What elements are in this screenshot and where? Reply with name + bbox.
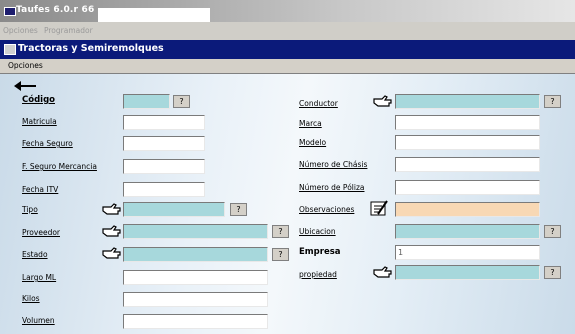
label-largo-ml: Largo ML — [22, 273, 57, 282]
observaciones-field[interactable] — [395, 202, 540, 217]
numero-chasis-field[interactable] — [395, 157, 540, 172]
ubicacion-lookup-button[interactable]: ? — [544, 225, 561, 238]
label-numero-chasis: Número de Chásis — [299, 160, 368, 169]
estado-field[interactable] — [123, 247, 268, 262]
window-icon — [4, 44, 16, 55]
largo-ml-field[interactable] — [123, 270, 268, 285]
estado-lookup-button[interactable]: ? — [272, 248, 289, 261]
codigo-lookup-button[interactable]: ? — [173, 95, 190, 108]
label-propiedad: propiedad — [299, 270, 337, 279]
label-fecha-itv: Fecha ITV — [22, 185, 59, 194]
fecha-itv-field[interactable] — [123, 182, 205, 197]
empresa-field[interactable]: 1 — [395, 245, 540, 260]
window-menubar: Opciones — [0, 59, 575, 74]
tipo-field[interactable] — [123, 202, 225, 217]
label-volumen: Volumen — [22, 316, 55, 325]
propiedad-field[interactable] — [395, 265, 540, 280]
matricula-field[interactable] — [123, 115, 205, 130]
label-proveedor: Proveedor — [22, 228, 60, 237]
hand-pointer-icon[interactable] — [372, 95, 394, 109]
edit-memo-icon[interactable] — [368, 200, 390, 217]
titlebar-blank-area — [98, 8, 210, 22]
seguro-mercancia-field[interactable] — [123, 159, 205, 174]
kilos-field[interactable] — [123, 292, 268, 307]
label-kilos: Kilos — [22, 294, 40, 303]
hand-pointer-icon[interactable] — [101, 203, 123, 217]
fecha-seguro-field[interactable] — [123, 136, 205, 151]
vehicle-form: Código ? Matricula Fecha Seguro F. Segur… — [0, 74, 575, 334]
hand-pointer-icon[interactable] — [101, 225, 123, 239]
proveedor-field[interactable] — [123, 224, 268, 239]
hand-pointer-icon[interactable] — [372, 266, 394, 280]
app-titlebar: Taufes 6.0.r 66 — [0, 0, 575, 22]
menu-programador[interactable]: Programador — [44, 26, 93, 35]
window-titlebar: Tractoras y Semiremolques — [0, 40, 575, 59]
label-fecha-seguro: Fecha Seguro — [22, 139, 73, 148]
back-arrow-icon[interactable] — [14, 81, 36, 91]
label-marca: Marca — [299, 119, 322, 128]
label-estado: Estado — [22, 250, 48, 259]
ubicacion-field[interactable] — [395, 224, 540, 239]
label-conductor: Conductor — [299, 99, 338, 108]
label-seguro-mercancia: F. Seguro Mercancia — [22, 162, 97, 171]
label-codigo: Código — [22, 95, 55, 105]
menu-opciones[interactable]: Opciones — [3, 26, 38, 35]
window-title: Tractoras y Semiremolques — [18, 43, 164, 54]
label-ubicacion: Ubicacion — [299, 227, 336, 236]
volumen-field[interactable] — [123, 314, 268, 329]
app-title: Taufes 6.0.r 66 — [16, 5, 95, 15]
label-numero-poliza: Número de Póliza — [299, 183, 365, 192]
label-modelo: Modelo — [299, 138, 327, 147]
conductor-lookup-button[interactable]: ? — [544, 95, 561, 108]
label-matricula: Matricula — [22, 117, 57, 126]
proveedor-lookup-button[interactable]: ? — [272, 225, 289, 238]
conductor-field[interactable] — [395, 94, 540, 109]
app-logo-icon — [4, 7, 16, 16]
hand-pointer-icon[interactable] — [101, 247, 123, 261]
label-empresa: Empresa — [299, 247, 341, 257]
label-tipo: Tipo — [22, 205, 38, 214]
window-menu-opciones[interactable]: Opciones — [8, 61, 43, 70]
numero-poliza-field[interactable] — [395, 180, 540, 195]
modelo-field[interactable] — [395, 135, 540, 150]
codigo-field[interactable] — [123, 94, 170, 109]
marca-field[interactable] — [395, 115, 540, 130]
propiedad-lookup-button[interactable]: ? — [544, 266, 561, 279]
tipo-lookup-button[interactable]: ? — [230, 203, 247, 216]
label-observaciones: Observaciones — [299, 205, 355, 214]
app-menubar: Opciones Programador — [0, 22, 575, 40]
